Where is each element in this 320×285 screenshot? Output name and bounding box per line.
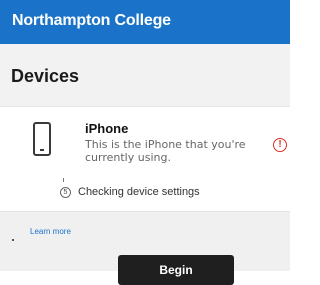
phone-home-indicator bbox=[40, 149, 44, 151]
page-title: Devices bbox=[11, 66, 80, 86]
scroll-indicator bbox=[12, 239, 14, 241]
begin-button[interactable]: Begin bbox=[118, 255, 234, 285]
org-name: Northampton College bbox=[12, 12, 171, 29]
page-header: Devices bbox=[0, 44, 290, 106]
phone-icon bbox=[33, 122, 51, 156]
device-name: iPhone bbox=[85, 121, 129, 136]
status-text: Checking device settings bbox=[78, 186, 200, 198]
progress-tick bbox=[63, 178, 64, 182]
app-header: Northampton College bbox=[0, 0, 290, 44]
learn-more-link[interactable]: Learn more bbox=[30, 227, 71, 236]
device-description: This is the iPhone that you're currently… bbox=[85, 138, 246, 164]
alert-circle-icon[interactable]: ! bbox=[273, 138, 287, 152]
divider bbox=[0, 106, 290, 107]
step-5-icon: 5 bbox=[60, 187, 71, 198]
